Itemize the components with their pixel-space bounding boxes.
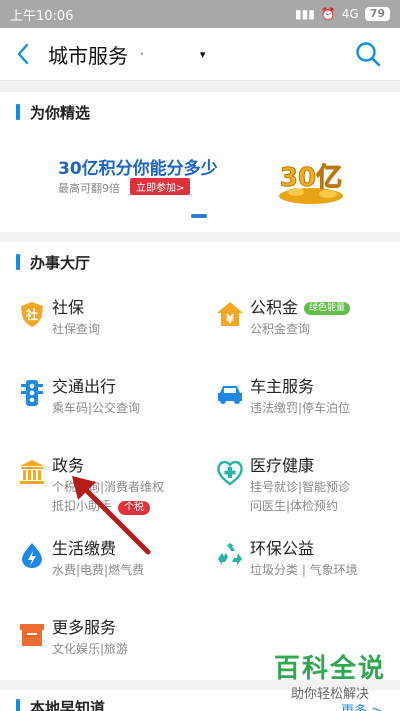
alarm-icon: ⏰ — [320, 7, 336, 21]
search-icon[interactable] — [354, 40, 382, 68]
back-button[interactable] — [0, 28, 46, 80]
car-icon — [218, 386, 242, 404]
traffic-light-icon — [21, 380, 43, 406]
status-icons: ▮▮▮ ⏰ 4G 79 — [295, 7, 390, 21]
service-desc: 个税查询|消费者维权 — [52, 480, 165, 494]
banner-art-text: 30亿 — [280, 163, 342, 193]
banner-subtitle: 最高可翻9倍 — [58, 182, 120, 195]
watermark-title: 百科全说 — [273, 654, 386, 684]
shield-icon: 社 — [21, 302, 43, 327]
service-name: 公积金 绿色能量 — [250, 294, 351, 318]
service-traffic[interactable]: 交通出行 乘车码|公交查询 — [18, 373, 208, 433]
service-name: 生活缴费 — [52, 539, 117, 558]
divider — [0, 80, 400, 92]
banner-join-button[interactable]: 立即参加> — [130, 178, 191, 195]
carousel-indicator — [191, 214, 207, 218]
banner-title: 30亿积分你能分多少 — [58, 159, 218, 179]
section-title-for-you: 为你精选 — [0, 92, 400, 132]
service-desc-2: 问医生|体检预约 — [250, 499, 339, 513]
services-card: 办事大厅 社 社保 社保查询 ¥ 公积金 绿色能量 公积金查询 交通出行 乘车码|… — [0, 242, 400, 680]
service-shebao[interactable]: 社 社保 社保查询 — [18, 294, 208, 354]
service-utility-bills[interactable]: 生活缴费 水费|电费|燃气费 — [18, 535, 208, 595]
service-desc: 违法缴罚|停车泊位 — [250, 401, 351, 415]
chevron-left-icon — [17, 43, 29, 65]
divider — [0, 232, 400, 242]
service-desc: 水费|电费|燃气费 — [52, 563, 145, 577]
service-desc: 文化娱乐|旅游 — [52, 642, 129, 656]
city-dot: · — [140, 47, 144, 61]
service-desc: 乘车码|公交查询 — [52, 401, 141, 415]
service-government[interactable]: 政务 个税查询|消费者维权 抵扣小助手 个税 — [18, 452, 208, 522]
page-title: 城市服务 — [48, 43, 128, 68]
gold-coins-art-icon: 30亿 — [279, 163, 343, 204]
service-desc-2: 抵扣小助手 个税 — [52, 497, 151, 515]
status-time: 上午10:06 — [10, 8, 74, 24]
city-dropdown-caret[interactable]: ▾ — [200, 48, 206, 61]
lightning-icon — [22, 543, 42, 568]
service-car-owner[interactable]: 车主服务 违法缴罚|停车泊位 — [216, 373, 400, 433]
service-environment[interactable]: 环保公益 垃圾分类 | 气象环境 — [216, 535, 400, 595]
service-name: 社保 — [52, 298, 85, 317]
service-desc: 挂号就诊|智能预诊 — [250, 480, 351, 494]
service-more[interactable]: 更多服务 文化娱乐|旅游 — [18, 614, 208, 674]
service-name: 政务 — [52, 456, 85, 475]
promo-banner[interactable]: 30亿积分你能分多少 最高可翻9倍 立即参加> 30亿 — [0, 132, 400, 222]
box-icon — [20, 624, 44, 646]
svg-text:社: 社 — [25, 307, 38, 322]
signal-icon: ▮▮▮ — [294, 7, 315, 21]
service-desc: 社保查询 — [52, 322, 101, 336]
service-name: 医疗健康 — [250, 456, 315, 475]
service-name: 环保公益 — [250, 539, 315, 558]
green-energy-tag: 绿色能量 — [304, 302, 351, 315]
svg-text:¥: ¥ — [226, 312, 235, 326]
watermark: 百科全说 助你轻松解决 — [270, 648, 390, 702]
service-name: 更多服务 — [52, 618, 117, 637]
status-bar: 上午10:06 ▮▮▮ ⏰ 4G 79 — [0, 0, 400, 28]
government-building-icon — [20, 460, 44, 484]
tax-tag: 个税 — [118, 501, 151, 515]
battery-icon: 79 — [364, 7, 390, 21]
recycle-icon — [218, 543, 242, 565]
service-desc: 垃圾分类 | 气象环境 — [250, 563, 358, 577]
house-yuan-icon: ¥ — [217, 302, 243, 326]
service-name: 车主服务 — [250, 377, 315, 396]
app-header: 城市服务 · ▾ — [0, 28, 400, 80]
service-medical[interactable]: 医疗健康 挂号就诊|智能预诊 问医生|体检预约 — [216, 452, 400, 522]
for-you-card: 为你精选 30亿积分你能分多少 最高可翻9倍 立即参加> 30亿 — [0, 92, 400, 232]
service-name: 交通出行 — [52, 377, 117, 396]
service-gongjijin[interactable]: ¥ 公积金 绿色能量 公积金查询 — [216, 294, 400, 354]
network-label: 4G — [341, 7, 359, 21]
section-title-services: 办事大厅 — [0, 242, 400, 282]
service-desc: 公积金查询 — [250, 322, 311, 336]
watermark-subtitle: 助你轻松解决 — [290, 687, 369, 702]
medical-cross-icon — [217, 460, 243, 486]
